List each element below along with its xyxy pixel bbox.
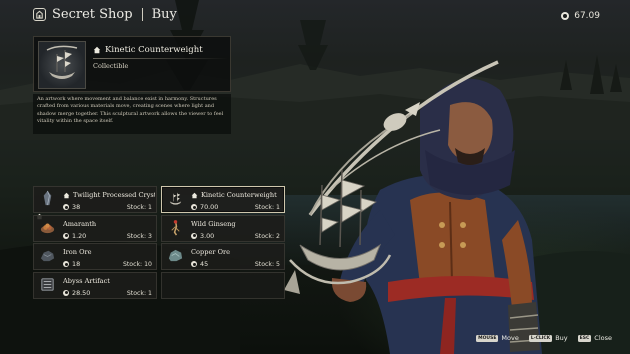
shop-icon [33, 8, 46, 21]
hint-close[interactable]: ESC Close [577, 334, 612, 342]
coin-icon [63, 232, 69, 239]
shop-item-price: 70.00 [191, 203, 218, 211]
shop-header: Secret Shop Buy [33, 7, 177, 22]
shop-item-empty-slot [161, 271, 285, 299]
copper-ore-icon [167, 247, 184, 264]
shop-mode: Buy [151, 7, 177, 22]
shop-item-price: 3.00 [191, 232, 214, 240]
home-icon [191, 192, 198, 199]
iron-ore-icon [39, 247, 56, 264]
shop-item-grid: Twilight Processed Crysta 38 Stock: 1 Kinet… [33, 186, 285, 300]
item-description: An artwork where movement and balance ex… [33, 94, 231, 134]
item-detail-thumbnail [38, 41, 86, 89]
merchant-character [284, 60, 542, 354]
shop-item-stock: Stock: 10 [122, 261, 152, 268]
shop-item-name-text: Copper Ore [191, 248, 231, 256]
shop-item-name: Kinetic Counterweight [191, 191, 283, 199]
hint-label: Close [594, 334, 612, 342]
key-hints-bar: MOUSE Move L-CLICK Buy ESC Close [476, 334, 612, 342]
shop-item-stock: Stock: 3 [126, 232, 152, 240]
shop-item-name-text: Iron Ore [63, 248, 92, 256]
shop-item-name-text: Abyss Artifact [63, 276, 110, 285]
header-divider [141, 8, 143, 21]
coin-icon [63, 204, 69, 210]
shop-item-price-value: 28.50 [72, 288, 91, 297]
item-detail-category: Collectible [93, 62, 129, 70]
shop-item-name: Amaranth [63, 220, 155, 228]
hint-label: Buy [555, 334, 568, 342]
shop-item-stock: Stock: 1 [254, 204, 280, 211]
coin-icon [191, 232, 197, 239]
key-badge: L-CLICK [528, 334, 553, 342]
shop-item-price: 38 [63, 203, 80, 211]
key-badge: MOUSE [476, 334, 499, 342]
home-icon [63, 192, 70, 199]
amaranth-icon [39, 219, 56, 236]
coin-icon [191, 204, 197, 210]
ship-sculpture-icon [167, 190, 184, 207]
shop-item-stock: Stock: 1 [126, 289, 152, 297]
shop-item-stock: Stock: 5 [254, 261, 280, 268]
item-detail-card: Kinetic Counterweight Collectible [33, 36, 231, 92]
coin-icon [191, 261, 197, 267]
shop-item-wild-ginseng[interactable]: Wild Ginseng 3.00 Stock: 2 [161, 214, 285, 242]
item-detail-name: Kinetic Counterweight [105, 45, 203, 55]
coin-icon [561, 12, 570, 20]
home-icon [93, 46, 101, 54]
shop-item-price-value: 45 [200, 260, 209, 268]
shop-item-name-text: Amaranth [63, 219, 97, 228]
shop-item-iron-ore[interactable]: Iron Ore 18 Stock: 10 [33, 243, 157, 270]
currency-display: 67.09 [561, 11, 600, 21]
shop-item-name: Wild Ginseng [191, 220, 283, 228]
ship-sculpture-icon [46, 45, 78, 79]
shop-item-price: 1.20 [63, 232, 86, 240]
shop-item-price-value: 70.00 [200, 203, 219, 211]
currency-value: 67.09 [574, 11, 600, 21]
hint-move[interactable]: MOUSE Move [476, 334, 519, 342]
shop-item-name: Copper Ore [191, 248, 283, 256]
coin-icon [63, 261, 69, 267]
item-detail-divider [93, 58, 228, 59]
shop-item-price-value: 38 [72, 203, 81, 211]
shop-item-price-value: 1.20 [72, 231, 87, 240]
shop-item-price: 18 [63, 260, 80, 268]
ginseng-icon [167, 219, 184, 236]
shop-item-name: Twilight Processed Crysta [63, 191, 155, 199]
coin-icon [63, 289, 69, 296]
shop-item-name-text: Twilight Processed Crysta [73, 191, 155, 199]
shop-item-name: Abyss Artifact [63, 277, 155, 285]
hint-label: Move [501, 334, 519, 342]
shop-title: Secret Shop [52, 7, 133, 22]
shop-item-price-value: 3.00 [200, 231, 215, 240]
shop-item-abyss-artifact[interactable]: Abyss Artifact 28.50 Stock: 1 [33, 271, 157, 299]
shop-item-price-value: 18 [72, 260, 81, 268]
item-detail-name-row: Kinetic Counterweight [93, 45, 203, 55]
shop-item-price: 45 [191, 260, 208, 268]
abyss-artifact-icon [39, 276, 56, 293]
shop-item-twilight-processed-crysta[interactable]: Twilight Processed Crysta 38 Stock: 1 [33, 186, 157, 220]
shop-item-price: 28.50 [63, 289, 90, 297]
key-badge: ESC [577, 334, 592, 342]
shop-item-amaranth[interactable]: Amaranth 1.20 Stock: 3 [33, 214, 157, 242]
shop-item-copper-ore[interactable]: Copper Ore 45 Stock: 5 [161, 243, 285, 270]
shop-item-name-text: Wild Ginseng [191, 219, 236, 228]
shop-item-stock: Stock: 2 [254, 232, 280, 240]
hint-buy[interactable]: L-CLICK Buy [528, 334, 568, 342]
shop-item-kinetic-counterweight[interactable]: Kinetic Counterweight 70.00 Stock: 1 [161, 186, 285, 213]
shop-item-stock: Stock: 1 [126, 204, 152, 211]
shop-item-name-text: Kinetic Counterweight [201, 191, 277, 199]
shop-item-name: Iron Ore [63, 248, 155, 256]
home-icon [36, 205, 43, 220]
